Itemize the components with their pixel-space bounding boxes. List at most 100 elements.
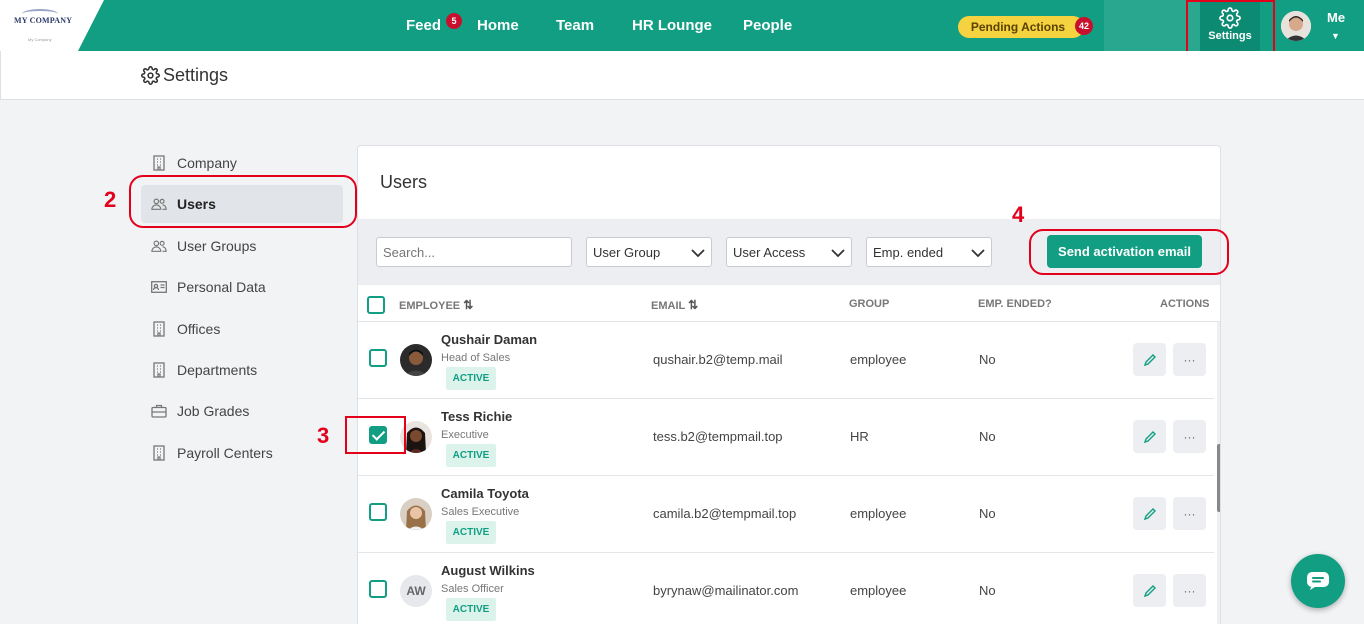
sort-icon: ⇅ bbox=[463, 298, 474, 312]
sort-icon: ⇅ bbox=[688, 298, 699, 312]
table-row[interactable]: AW August Wilkins Sales Officer ACTIVE b… bbox=[358, 553, 1214, 624]
status-badge: ACTIVE bbox=[446, 367, 496, 390]
sidebar-item-label: Departments bbox=[177, 362, 258, 378]
edit-button[interactable] bbox=[1133, 420, 1166, 453]
table-header: EMPLOYEE ⇅ EMAIL ⇅ GROUP EMP. ENDED? ACT… bbox=[358, 285, 1220, 322]
employee-group: employee bbox=[850, 352, 907, 367]
sidebar-item-label: User Groups bbox=[177, 238, 257, 254]
sidebar-item-label: Offices bbox=[177, 321, 221, 337]
employee-ended: No bbox=[979, 429, 996, 444]
sidebar-item-offices[interactable]: Offices bbox=[141, 310, 343, 348]
nav-hr-lounge[interactable]: HR Lounge bbox=[632, 17, 712, 34]
employee-group: HR bbox=[850, 429, 869, 444]
top-navbar: MY COMPANY My Company Feed 5 Home Team H… bbox=[0, 0, 1364, 51]
pending-actions-button[interactable]: Pending Actions bbox=[958, 16, 1084, 38]
pencil-icon bbox=[1143, 507, 1156, 520]
employee-name[interactable]: Tess Richie bbox=[441, 409, 512, 424]
annotation-box-3 bbox=[345, 416, 406, 454]
sidebar-item-label: Job Grades bbox=[177, 403, 250, 419]
sidebar-item-label: Payroll Centers bbox=[177, 445, 273, 461]
nav-home[interactable]: Home bbox=[477, 17, 519, 34]
gear-icon bbox=[141, 66, 160, 85]
employee-name[interactable]: Camila Toyota bbox=[441, 486, 529, 501]
annotation-number-2: 2 bbox=[104, 187, 117, 212]
users-panel: Users User Group User Access Emp. ended … bbox=[357, 145, 1221, 624]
employee-group: employee bbox=[850, 506, 907, 521]
select-value: Emp. ended bbox=[873, 244, 944, 260]
annotation-number-3: 3 bbox=[317, 423, 330, 448]
column-header-email[interactable]: EMAIL ⇅ bbox=[651, 298, 698, 312]
nav-team[interactable]: Team bbox=[556, 17, 594, 34]
building-icon bbox=[151, 321, 167, 337]
annotation-box-2 bbox=[129, 175, 357, 228]
panel-title: Users bbox=[380, 172, 428, 192]
chevron-down-icon bbox=[831, 249, 845, 258]
select-all-checkbox[interactable] bbox=[367, 296, 385, 314]
row-checkbox[interactable] bbox=[369, 580, 387, 598]
user-access-filter[interactable]: User Access bbox=[726, 237, 852, 267]
employee-job-title: Sales Executive bbox=[441, 506, 520, 518]
more-actions-button[interactable]: ··· bbox=[1173, 497, 1206, 530]
sidebar-item-payroll-centers[interactable]: Payroll Centers bbox=[141, 434, 343, 472]
chat-button[interactable] bbox=[1291, 554, 1345, 608]
pencil-icon bbox=[1143, 430, 1156, 443]
search-input[interactable] bbox=[376, 237, 572, 267]
sidebar-item-departments[interactable]: Departments bbox=[141, 351, 343, 389]
row-checkbox[interactable] bbox=[369, 503, 387, 521]
chevron-down-icon bbox=[691, 249, 705, 258]
chevron-down-icon bbox=[971, 249, 985, 258]
edit-button[interactable] bbox=[1133, 343, 1166, 376]
caret-down-icon[interactable]: ▼ bbox=[1331, 31, 1340, 41]
employee-name[interactable]: Qushair Daman bbox=[441, 332, 537, 347]
settings-header: Settings bbox=[0, 51, 1364, 100]
avatar-portrait-icon bbox=[1281, 11, 1311, 41]
avatar-initials: AW bbox=[400, 575, 432, 607]
logo-subtext: My Company bbox=[28, 37, 52, 42]
sidebar-item-user-groups[interactable]: User Groups bbox=[141, 227, 343, 265]
table-row[interactable]: Camila Toyota Sales Executive ACTIVE cam… bbox=[358, 476, 1214, 553]
employee-name[interactable]: August Wilkins bbox=[441, 563, 535, 578]
user-group-filter[interactable]: User Group bbox=[586, 237, 712, 267]
logo-text: MY COMPANY bbox=[14, 16, 73, 25]
table-row[interactable]: Tess Richie Executive ACTIVE tess.b2@tem… bbox=[358, 399, 1214, 476]
edit-button[interactable] bbox=[1133, 574, 1166, 607]
select-value: User Group bbox=[593, 244, 661, 260]
chat-icon bbox=[1307, 572, 1329, 590]
more-actions-button[interactable]: ··· bbox=[1173, 574, 1206, 607]
nav-people[interactable]: People bbox=[743, 17, 792, 34]
edit-button[interactable] bbox=[1133, 497, 1166, 530]
sidebar-item-personal-data[interactable]: Personal Data bbox=[141, 268, 343, 306]
ellipsis-icon: ··· bbox=[1183, 429, 1196, 444]
status-badge: ACTIVE bbox=[446, 598, 496, 621]
avatar-portrait-icon bbox=[400, 344, 432, 376]
row-checkbox[interactable] bbox=[369, 349, 387, 367]
sidebar-item-label: Company bbox=[177, 155, 237, 171]
building-icon bbox=[151, 155, 167, 171]
employee-job-title: Sales Officer bbox=[441, 583, 504, 595]
table-row[interactable]: Qushair Daman Head of Sales ACTIVE qusha… bbox=[358, 322, 1214, 399]
employee-email: tess.b2@tempmail.top bbox=[653, 429, 783, 444]
more-actions-button[interactable]: ··· bbox=[1173, 343, 1206, 376]
more-actions-button[interactable]: ··· bbox=[1173, 420, 1206, 453]
annotation-number-4: 4 bbox=[1012, 202, 1025, 227]
sidebar-item-label: Personal Data bbox=[177, 279, 266, 295]
select-value: User Access bbox=[733, 244, 806, 260]
column-header-actions: ACTIONS bbox=[1160, 298, 1210, 310]
pending-actions-count: 42 bbox=[1075, 17, 1093, 35]
column-header-employee[interactable]: EMPLOYEE ⇅ bbox=[399, 298, 473, 312]
avatar-portrait-icon bbox=[400, 498, 432, 530]
user-avatar[interactable] bbox=[1281, 11, 1311, 41]
annotation-box-4 bbox=[1029, 229, 1229, 275]
page-title: Settings bbox=[163, 65, 229, 85]
company-logo[interactable]: MY COMPANY My Company bbox=[0, 0, 104, 51]
sidebar-item-job-grades[interactable]: Job Grades bbox=[141, 392, 343, 430]
briefcase-icon bbox=[151, 403, 167, 419]
pencil-icon bbox=[1143, 584, 1156, 597]
column-header-group: GROUP bbox=[849, 298, 890, 310]
nav-feed[interactable]: Feed bbox=[406, 17, 441, 34]
me-menu-label[interactable]: Me bbox=[1327, 10, 1345, 25]
users-icon bbox=[151, 238, 167, 254]
emp-ended-filter[interactable]: Emp. ended bbox=[866, 237, 992, 267]
table-scrollbar-thumb[interactable] bbox=[1217, 444, 1220, 512]
employee-ended: No bbox=[979, 583, 996, 598]
